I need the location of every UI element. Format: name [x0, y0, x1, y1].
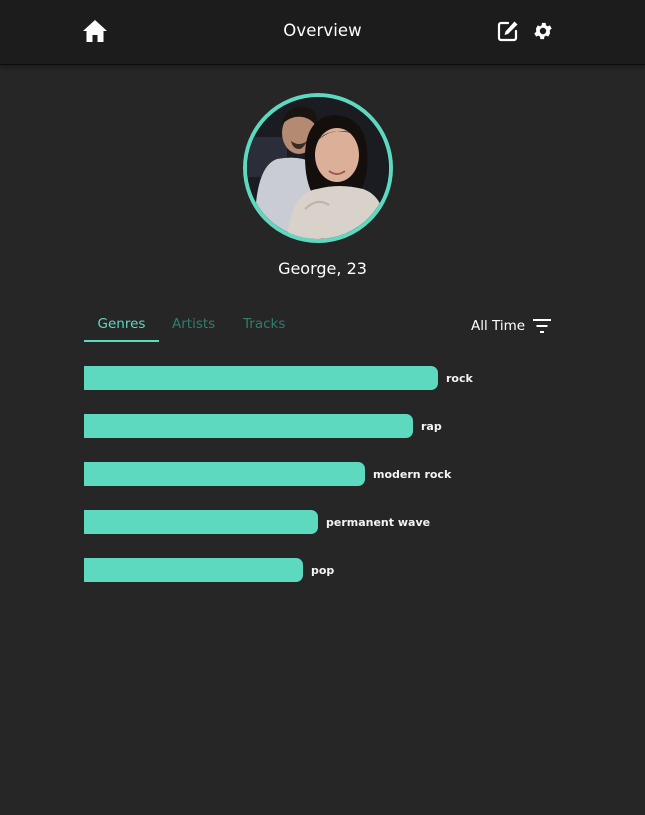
genre-row: rock: [84, 366, 473, 390]
genre-label: pop: [311, 563, 335, 577]
active-tab-indicator: [84, 340, 159, 342]
tab-tracks-label: Tracks: [243, 316, 286, 332]
tab-genres-label: Genres: [97, 316, 146, 332]
genre-bar: [84, 558, 303, 582]
edit-icon[interactable]: [497, 20, 519, 42]
tab-genres[interactable]: Genres: [84, 316, 159, 342]
tab-tracks[interactable]: Tracks: [243, 316, 285, 342]
genre-label: permanent wave: [326, 515, 431, 529]
time-range-label: All Time: [471, 318, 526, 334]
genre-label: rock: [446, 371, 473, 385]
avatar-photo: [247, 97, 389, 239]
genre-row: modern rock: [84, 462, 451, 486]
genre-label: rap: [421, 419, 442, 433]
tab-artists-label: Artists: [172, 316, 216, 332]
tab-artists[interactable]: Artists: [172, 316, 215, 342]
avatar[interactable]: [243, 93, 393, 243]
genre-row: pop: [84, 558, 334, 582]
genre-bar: [84, 462, 365, 486]
genre-bar: [84, 366, 438, 390]
time-range-filter[interactable]: All Time: [471, 316, 552, 336]
genre-label: modern rock: [373, 467, 452, 481]
profile-name: George, 23: [278, 259, 367, 278]
filter-icon: [533, 319, 552, 333]
genre-bar: [84, 510, 318, 534]
genre-row: permanent wave: [84, 510, 430, 534]
top-bar: Overview: [0, 0, 645, 65]
genre-row: rap: [84, 414, 442, 438]
genre-bar: [84, 414, 413, 438]
gear-icon[interactable]: [532, 20, 554, 42]
